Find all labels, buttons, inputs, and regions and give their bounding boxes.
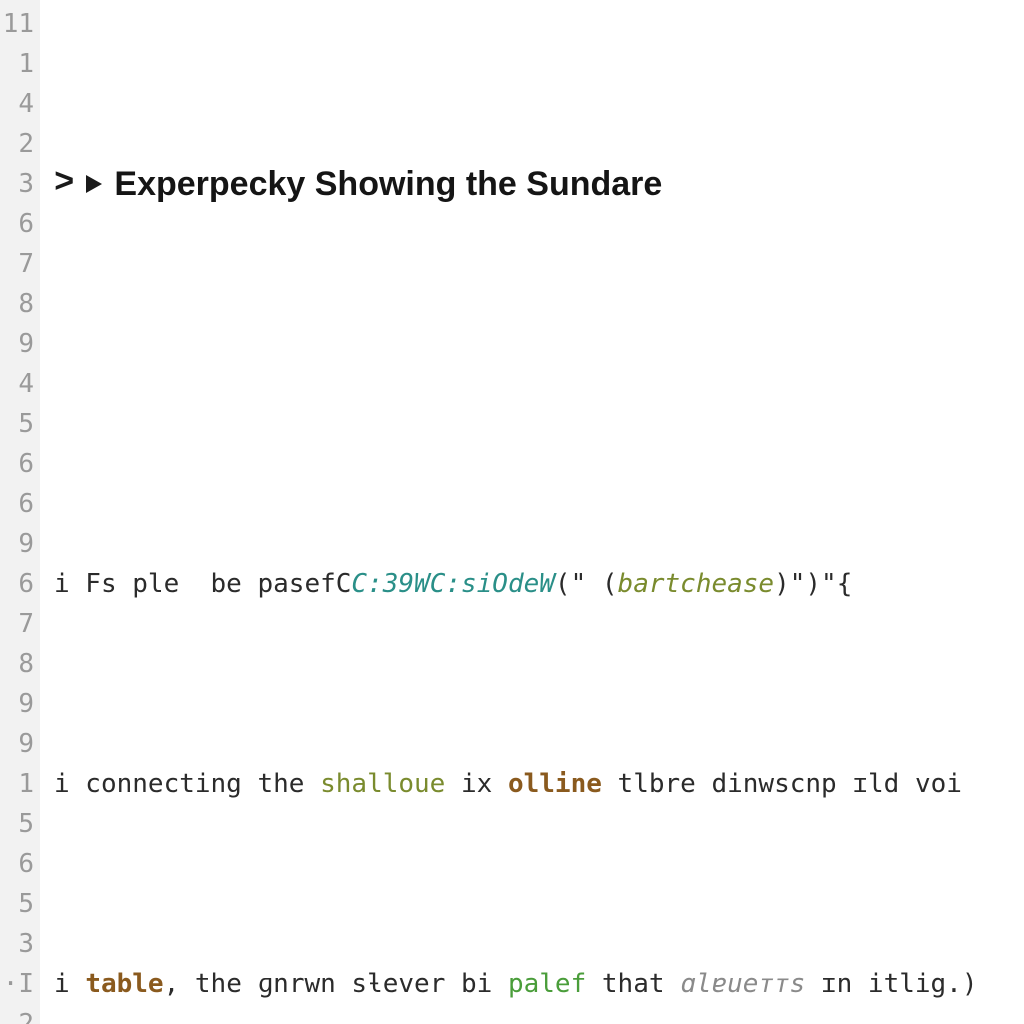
code-editor: 11 1 4 2 3 6 7 8 9 4 5 6 6 9 6 7 8 9 9 1…: [0, 0, 1024, 1024]
line-number: 5: [0, 884, 34, 924]
token-ident: shalloue: [320, 769, 445, 799]
line-number: 3: [0, 924, 34, 964]
code-line[interactable]: [54, 364, 1024, 404]
line-number: 5: [0, 804, 34, 844]
token-ident: palef: [508, 969, 586, 999]
line-number: 9: [0, 684, 34, 724]
line-number: 6: [0, 564, 34, 604]
line-number: 2: [0, 124, 34, 164]
token-muted: ɑlɐueᴛᴛs: [680, 969, 805, 999]
line-number: 3: [0, 164, 34, 204]
line-number: 6: [0, 444, 34, 484]
token-keyword: olline: [508, 769, 602, 799]
line-number: ·I: [0, 964, 34, 1004]
line-number: 6: [0, 484, 34, 524]
line-number: 8: [0, 284, 34, 324]
line-number: 5: [0, 404, 34, 444]
expand-chevron-icon[interactable]: >: [54, 164, 74, 204]
line-number: 7: [0, 604, 34, 644]
line-number: 9: [0, 324, 34, 364]
line-number: 2: [0, 1004, 34, 1024]
token-keyword: table: [85, 969, 163, 999]
token-string: bartchease: [618, 569, 775, 599]
line-number-gutter: 11 1 4 2 3 6 7 8 9 4 5 6 6 9 6 7 8 9 9 1…: [0, 0, 40, 1024]
line-number: 9: [0, 524, 34, 564]
code-line[interactable]: i table, the ɡnrwn sƚever bi palef that …: [54, 964, 1024, 1004]
line-number: 8: [0, 644, 34, 684]
line-number: 6: [0, 844, 34, 884]
line-number: 6: [0, 204, 34, 244]
line-number: 9: [0, 724, 34, 764]
line-number: 4: [0, 364, 34, 404]
line-number: 1: [0, 44, 34, 84]
line-number: 4: [0, 84, 34, 124]
section-title: Experpecky Showing the Sundare: [114, 164, 662, 204]
play-triangle-icon[interactable]: [86, 175, 102, 193]
line-number: 1: [0, 764, 34, 804]
line-number: 11: [0, 4, 34, 44]
code-area[interactable]: > Experpecky Showing the Sundare i Fs pl…: [40, 0, 1024, 1024]
line-number: 7: [0, 244, 34, 284]
code-line[interactable]: i Fs ple be pasefCC:39WC:siOdeW(" (bartc…: [54, 564, 1024, 604]
token-type: C:39WC:siOdeW: [351, 569, 555, 599]
section-header[interactable]: > Experpecky Showing the Sundare: [54, 164, 1024, 204]
code-line[interactable]: i connecting the shalloue ix olline tlbr…: [54, 764, 1024, 804]
